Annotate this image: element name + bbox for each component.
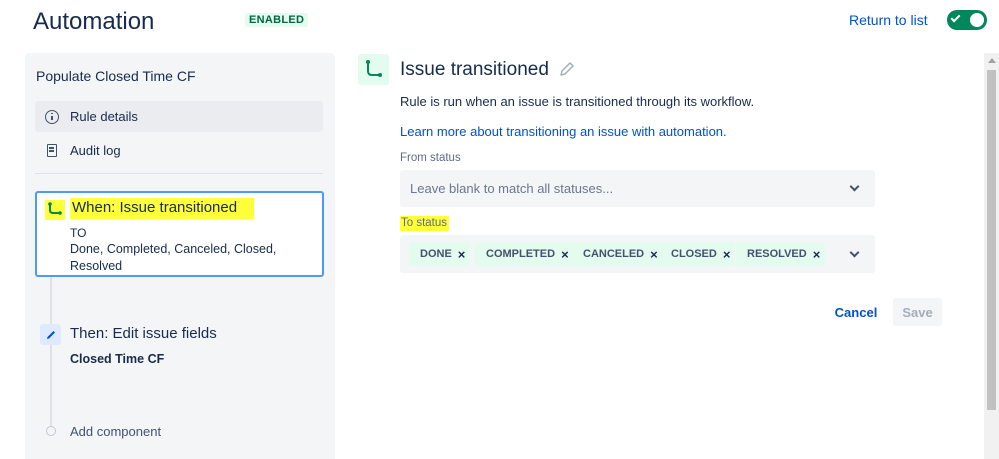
remove-tag-icon[interactable]: × xyxy=(561,248,569,261)
rule-sidebar: Populate Closed Time CF Rule details Aud… xyxy=(25,53,335,459)
transition-icon xyxy=(45,200,65,220)
remove-tag-icon[interactable]: × xyxy=(723,248,731,261)
status-tag: COMPLETED × xyxy=(475,242,574,266)
chevron-down-icon[interactable] xyxy=(849,247,860,258)
edit-pencil-icon[interactable] xyxy=(558,60,576,78)
chevron-down-icon[interactable] xyxy=(849,181,860,192)
scrollbar-thumb[interactable] xyxy=(987,70,996,410)
from-status-label: From status xyxy=(400,152,461,164)
return-to-list-link[interactable]: Return to list xyxy=(849,12,928,28)
trigger-title: When: Issue transitioned xyxy=(70,198,255,219)
trigger-component-card[interactable]: When: Issue transitioned TO Done, Comple… xyxy=(35,191,324,277)
status-tag: DONE × xyxy=(409,242,471,266)
sidebar-divider xyxy=(35,173,323,174)
status-tag: CANCELED × xyxy=(572,242,663,266)
trigger-to-values: Done, Completed, Canceled, Closed, Resol… xyxy=(70,242,277,273)
to-status-label: To status xyxy=(400,216,450,231)
rule-enabled-toggle[interactable] xyxy=(947,10,987,30)
remove-tag-icon[interactable]: × xyxy=(650,248,658,261)
remove-tag-icon[interactable]: × xyxy=(458,248,466,261)
tag-label: RESOLVED xyxy=(747,248,807,260)
sidebar-item-rule-details[interactable]: Rule details xyxy=(35,101,323,132)
sidebar-item-label: Audit log xyxy=(70,143,121,158)
status-tag: RESOLVED × xyxy=(736,242,826,266)
tag-label: DONE xyxy=(420,248,452,260)
audit-log-icon xyxy=(47,144,57,157)
add-component-dot-icon xyxy=(46,426,56,436)
cancel-button[interactable]: Cancel xyxy=(826,298,886,326)
toggle-knob xyxy=(970,13,984,27)
tag-label: COMPLETED xyxy=(486,248,556,260)
flow-connector xyxy=(50,277,52,432)
add-component-button[interactable]: Add component xyxy=(70,424,161,439)
info-icon xyxy=(45,109,59,124)
sidebar-item-label: Rule details xyxy=(70,109,138,124)
status-badge: ENABLED xyxy=(245,13,309,27)
to-status-select[interactable]: DONE × COMPLETED × CANCELED × CLOSED × RESOL… xyxy=(400,235,875,273)
sidebar-item-audit-log[interactable]: Audit log xyxy=(35,135,323,166)
from-status-placeholder: Leave blank to match all statuses... xyxy=(410,181,614,196)
action-field-name: Closed Time CF xyxy=(70,352,165,366)
page-title: Automation xyxy=(33,8,155,35)
pencil-icon xyxy=(40,324,61,345)
status-tag: CLOSED × xyxy=(660,242,736,266)
scroll-up-arrow-icon[interactable] xyxy=(988,58,996,63)
from-status-select[interactable]: Leave blank to match all statuses... xyxy=(400,170,875,207)
rule-name: Populate Closed Time CF xyxy=(36,68,196,84)
component-description: Rule is run when an issue is transitione… xyxy=(400,94,755,109)
tag-label: CANCELED xyxy=(583,248,645,260)
check-icon xyxy=(950,12,961,23)
action-title[interactable]: Then: Edit issue fields xyxy=(70,325,217,342)
component-title: Issue transitioned xyxy=(400,59,549,80)
transition-icon xyxy=(358,54,389,85)
save-button[interactable]: Save xyxy=(893,298,942,326)
learn-more-link[interactable]: Learn more about transitioning an issue … xyxy=(400,124,727,139)
tag-label: CLOSED xyxy=(671,248,717,260)
remove-tag-icon[interactable]: × xyxy=(813,248,821,261)
trigger-to-label: TO xyxy=(70,226,87,240)
